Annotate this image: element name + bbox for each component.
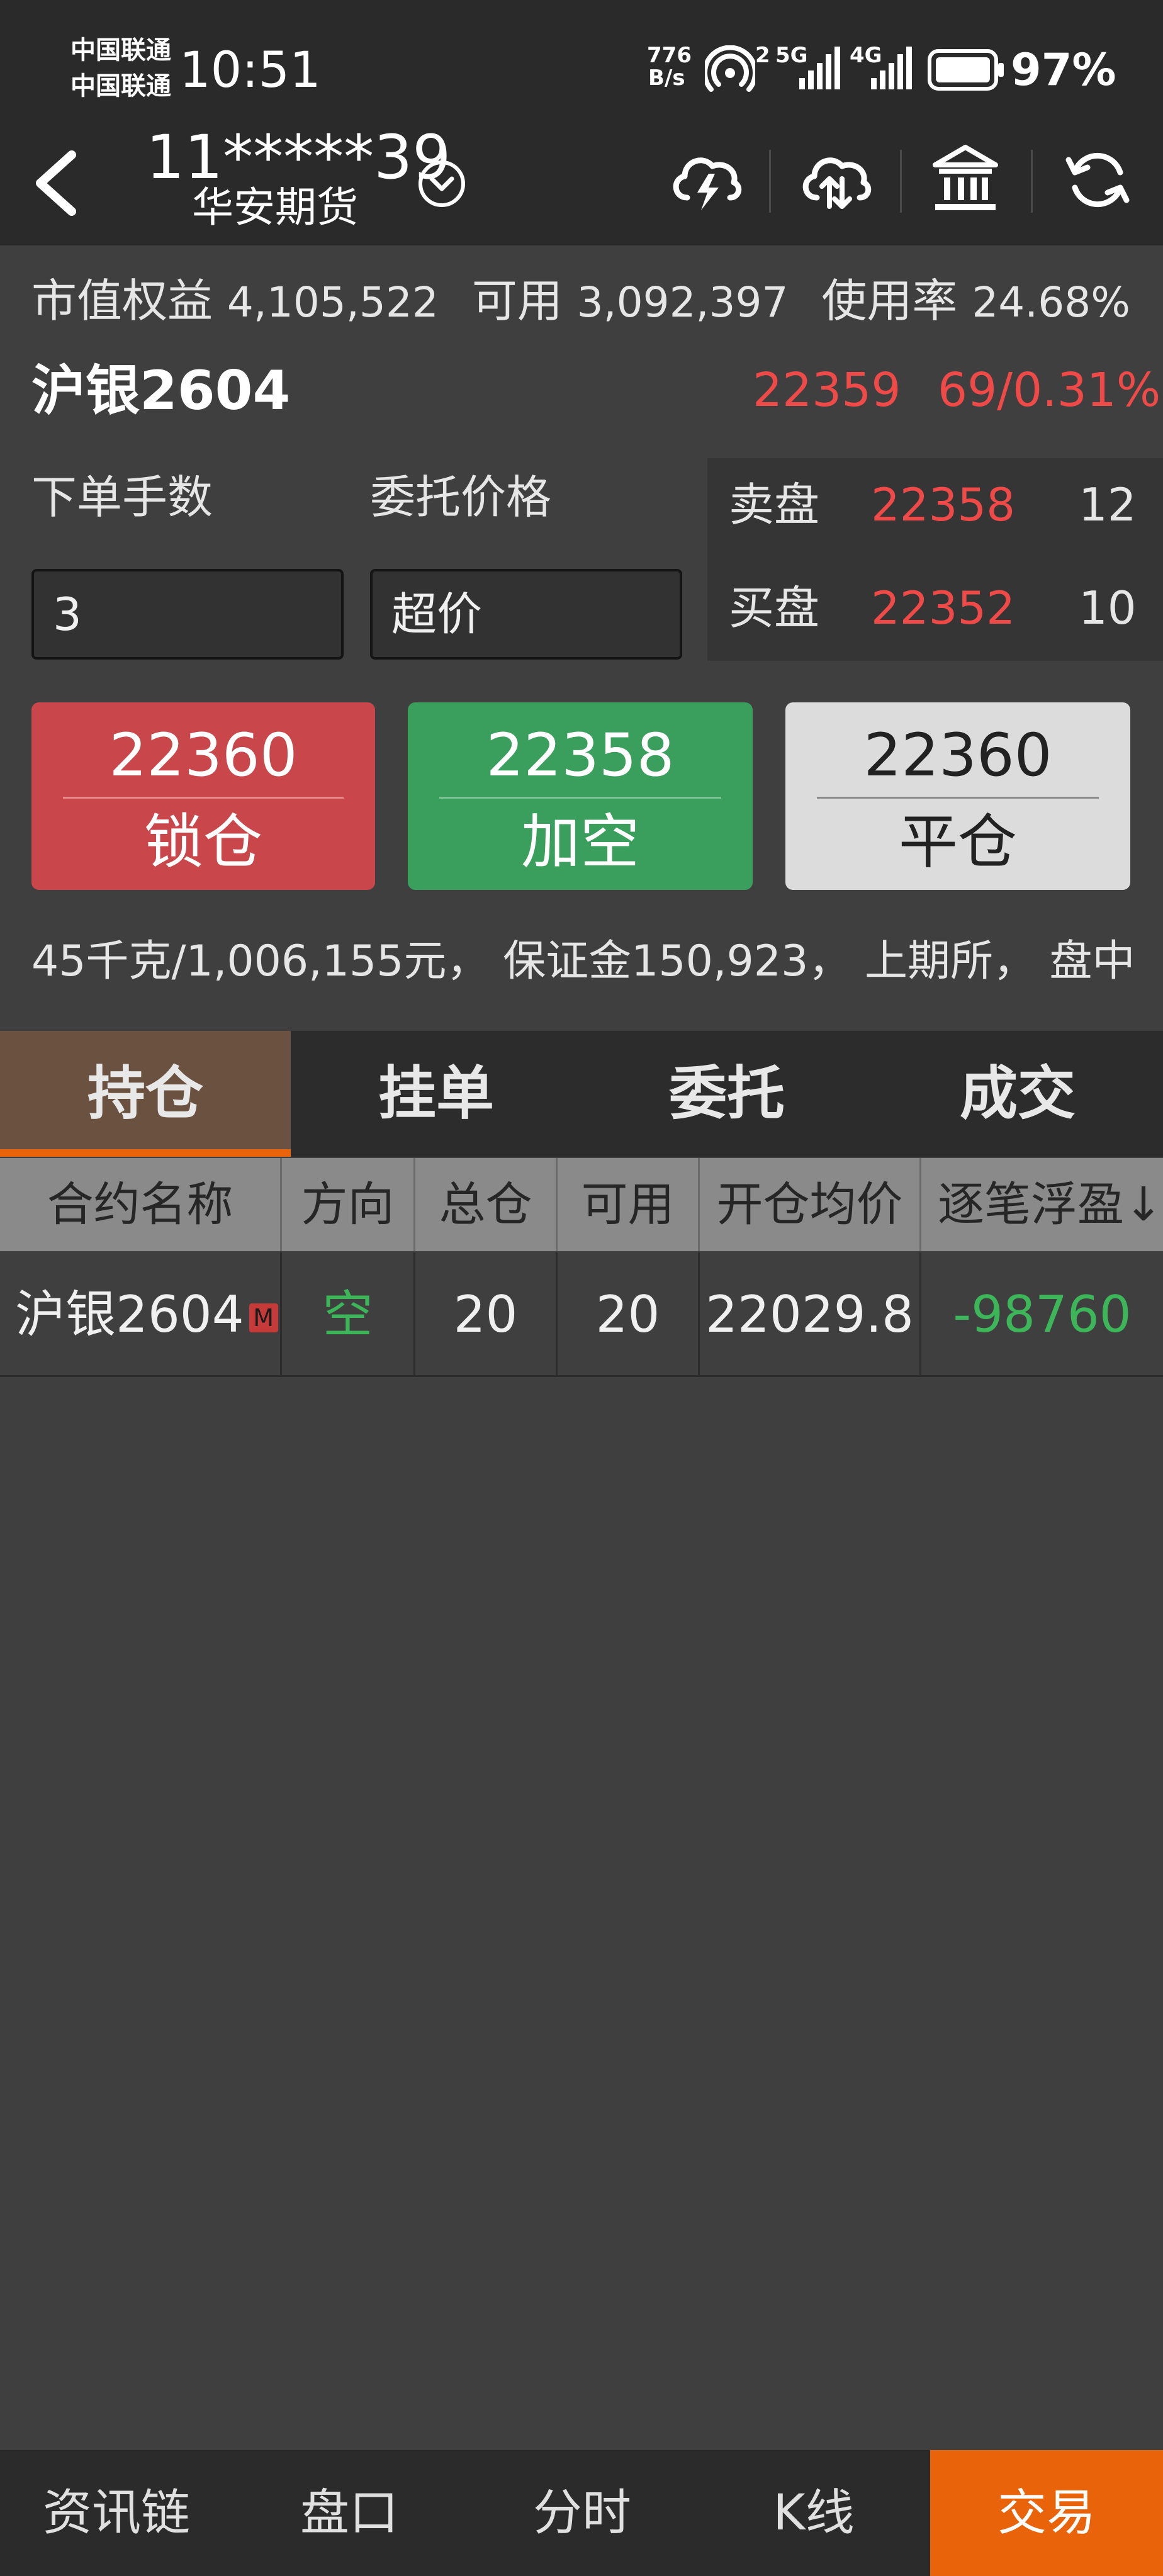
signal-1-icon [799, 47, 840, 89]
refresh-icon[interactable] [1064, 146, 1132, 214]
main-contract-badge: M [249, 1303, 278, 1333]
equity-label: 市值权益 [31, 274, 213, 327]
col-header-pnl[interactable]: 逐笔浮盈↓ [921, 1158, 1163, 1251]
bid-price[interactable]: 22352 [871, 577, 1015, 639]
button-divider [817, 797, 1099, 799]
carrier-1: 中国联通 [70, 36, 171, 65]
position-direction: 空 [282, 1252, 415, 1377]
chevron-down-circle-icon[interactable] [417, 159, 467, 209]
lock-price: 22360 [109, 721, 298, 790]
nav-order-book[interactable]: 盘口 [233, 2450, 466, 2576]
battery-level: 97% [1011, 44, 1116, 96]
position-contract-cell: 沪银2604 M [0, 1252, 282, 1377]
ask-price[interactable]: 22358 [871, 473, 1015, 536]
add-short-price: 22358 [486, 721, 675, 790]
col-header-direction[interactable]: 方向 [282, 1158, 415, 1251]
battery-icon [928, 49, 1004, 91]
lock-position-button[interactable]: 22360 锁仓 [31, 702, 375, 890]
position-avg-price: 22029.8 [700, 1252, 921, 1377]
available-label: 可用 [471, 274, 563, 327]
account-summary: 市值权益 4,105,522 可用 3,092,397 使用率 24.68% [31, 269, 1130, 334]
close-label: 平仓 [898, 808, 1017, 877]
hotspot-icon [705, 45, 755, 92]
nav-intraday[interactable]: 分时 [466, 2450, 699, 2576]
position-contract-name: 沪银2604 [15, 1285, 244, 1344]
sort-desc-icon: ↓ [1124, 1178, 1163, 1232]
col-header-avg-price[interactable]: 开仓均价 [700, 1158, 921, 1251]
col-header-available[interactable]: 可用 [558, 1158, 700, 1251]
contract-info: 45千克/1,006,155元， 保证金150,923， 上期所， 盘中 [31, 936, 1135, 986]
usage-value: 24.68% [972, 278, 1130, 327]
cloud-lightning-icon[interactable] [668, 143, 743, 218]
active-tab-indicator [0, 1149, 291, 1157]
top-bar: 中国联通 中国联通 10:51 776 B/s 2 5G 4G 97% 11**… [0, 0, 1163, 245]
qty-label: 下单手数 [31, 471, 213, 524]
bid-volume: 10 [1079, 582, 1137, 634]
tab-trades[interactable]: 成交 [872, 1031, 1163, 1157]
close-price: 22360 [863, 721, 1052, 790]
nav-kline[interactable]: K线 [697, 2450, 930, 2576]
tab-orders[interactable]: 委托 [582, 1031, 872, 1157]
add-short-button[interactable]: 22358 加空 [408, 702, 753, 890]
ask-label: 卖盘 [729, 478, 820, 531]
equity-value: 4,105,522 [227, 278, 439, 327]
ask-volume: 12 [1079, 478, 1137, 531]
pnl-header-label: 逐笔浮盈 [938, 1178, 1124, 1232]
net-speed-top: 776 [647, 43, 692, 68]
tab-positions[interactable]: 持仓 [0, 1031, 291, 1157]
signal-2-icon [871, 47, 912, 89]
nav-news-chain[interactable]: 资讯链 [0, 2450, 233, 2576]
col-header-total[interactable]: 总仓 [415, 1158, 558, 1251]
broker-name: 华安期货 [192, 183, 358, 232]
close-position-button[interactable]: 22360 平仓 [785, 702, 1130, 890]
nav-trade[interactable]: 交易 [930, 2450, 1163, 2576]
usage-label: 使用率 [821, 274, 958, 327]
contract-name[interactable]: 沪银2604 [31, 356, 290, 425]
bank-icon[interactable] [931, 143, 999, 214]
price-label: 委托价格 [370, 471, 552, 524]
button-divider [439, 797, 721, 799]
tab-pending[interactable]: 挂单 [291, 1031, 582, 1157]
status-time: 10:51 [179, 42, 321, 99]
hotspot-count: 2 [755, 43, 770, 68]
price-type-select[interactable]: 超价 [370, 569, 682, 660]
cloud-sync-icon[interactable] [798, 143, 872, 218]
price-change: 69/0.31% [938, 363, 1161, 417]
bid-label: 买盘 [729, 582, 820, 634]
back-icon[interactable] [28, 149, 84, 218]
divider [769, 150, 771, 213]
position-total: 20 [415, 1252, 558, 1377]
col-header-name[interactable]: 合约名称 [0, 1158, 282, 1251]
table-row[interactable]: 沪银2604 M 空 20 20 22029.8 -98760 [0, 1252, 1163, 1377]
divider [900, 150, 902, 213]
carrier-2: 中国联通 [70, 72, 171, 101]
available-value: 3,092,397 [576, 278, 789, 327]
add-short-label: 加空 [520, 808, 639, 877]
net-speed-bottom: B/s [648, 65, 685, 91]
position-available: 20 [558, 1252, 700, 1377]
button-divider [63, 797, 344, 799]
lock-label: 锁仓 [143, 808, 262, 877]
qty-input[interactable]: 3 [31, 569, 344, 660]
position-pnl: -98760 [921, 1252, 1163, 1377]
last-price: 22359 [753, 363, 901, 417]
divider [1031, 150, 1033, 213]
